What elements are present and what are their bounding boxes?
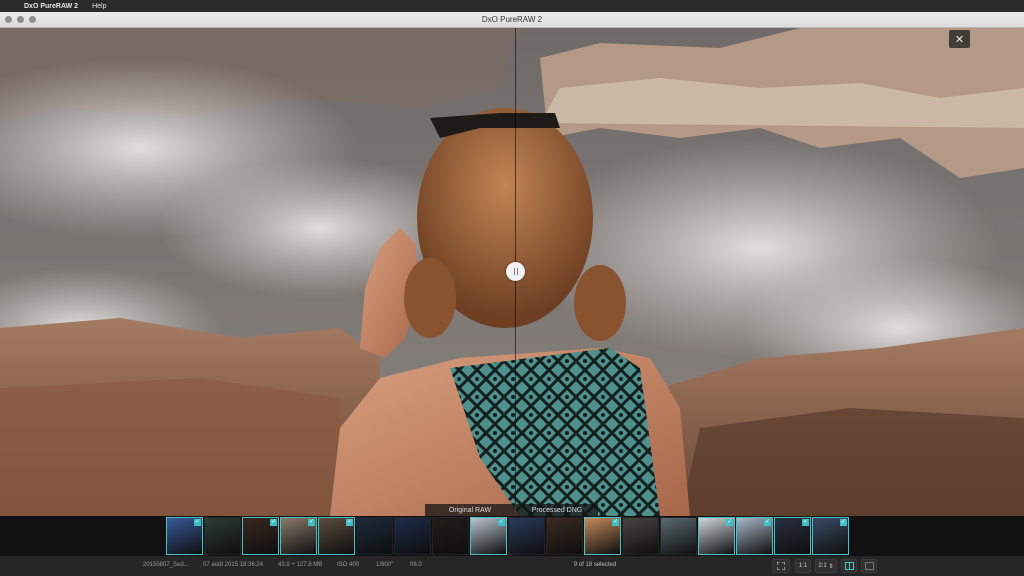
processed-dng-label: Processed DNG bbox=[516, 504, 598, 516]
fit-screen-icon bbox=[777, 562, 785, 570]
checkmark-icon[interactable]: ✓ bbox=[194, 519, 201, 526]
checkmark-icon[interactable]: ✓ bbox=[270, 519, 277, 526]
thumbnail[interactable]: ✓ bbox=[280, 517, 317, 555]
thumbnail[interactable]: ✓ bbox=[318, 517, 355, 555]
zoom-1-1-button[interactable]: 1:1 bbox=[795, 559, 811, 573]
zoom-select[interactable]: 2:1 ⇕ bbox=[815, 559, 837, 573]
thumbnail[interactable] bbox=[356, 517, 393, 555]
thumbnail[interactable]: ✓ bbox=[470, 517, 507, 555]
selection-count: 9 of 18 selected bbox=[573, 562, 617, 568]
checkmark-icon[interactable]: ✓ bbox=[498, 519, 505, 526]
thumbnail[interactable]: ✓ bbox=[166, 517, 203, 555]
checkmark-icon[interactable]: ✓ bbox=[840, 519, 847, 526]
thumbnail[interactable] bbox=[394, 517, 431, 555]
grip-icon bbox=[513, 268, 515, 275]
thumbnail[interactable]: ✓ bbox=[812, 517, 849, 555]
checkmark-icon[interactable]: ✓ bbox=[764, 519, 771, 526]
thumbnail[interactable] bbox=[432, 517, 469, 555]
image-viewer[interactable]: ✕ Original RAW Processed DNG bbox=[0, 28, 1024, 516]
file-size: 43.9 + 127.8 MB bbox=[278, 562, 323, 568]
thumbnail[interactable]: ✓ bbox=[242, 517, 279, 555]
capture-date: 07 août 2015 18:36:24 bbox=[203, 562, 264, 568]
single-view-button[interactable] bbox=[861, 559, 877, 573]
checkmark-icon[interactable]: ✓ bbox=[346, 519, 353, 526]
split-view-button[interactable] bbox=[841, 559, 857, 573]
grip-icon bbox=[516, 268, 518, 275]
split-view-icon bbox=[844, 562, 854, 570]
checkmark-icon[interactable]: ✓ bbox=[726, 519, 733, 526]
thumbnail-list: ✓ ✓ ✓ ✓ ✓ ✓ ✓ ✓ ✓ ✓ bbox=[166, 517, 849, 555]
thumbnail[interactable] bbox=[508, 517, 545, 555]
thumbnail[interactable]: ✓ bbox=[698, 517, 735, 555]
thumbnail[interactable] bbox=[622, 517, 659, 555]
thumbnail[interactable] bbox=[660, 517, 697, 555]
original-raw-label: Original RAW bbox=[425, 504, 515, 516]
window-title: DxO PureRAW 2 bbox=[481, 15, 543, 24]
checkmark-icon[interactable]: ✓ bbox=[308, 519, 315, 526]
window-title-bar: DxO PureRAW 2 bbox=[0, 12, 1024, 28]
thumbnail[interactable]: ✓ bbox=[774, 517, 811, 555]
menu-help[interactable]: Help bbox=[92, 3, 106, 10]
checkmark-icon[interactable]: ✓ bbox=[612, 519, 619, 526]
zoom-select-value: 2:1 bbox=[818, 563, 827, 569]
thumbnail[interactable]: ✓ bbox=[736, 517, 773, 555]
file-name: 20150807_Sed... bbox=[143, 562, 189, 568]
chevron-updown-icon: ⇕ bbox=[828, 563, 834, 570]
thumbnail[interactable] bbox=[204, 517, 241, 555]
thumbnail[interactable]: ✓ bbox=[584, 517, 621, 555]
menu-bar: DxO PureRAW 2 Help bbox=[0, 0, 1024, 12]
iso-value: ISO 400 bbox=[337, 562, 360, 568]
filmstrip: ✓ ✓ ✓ ✓ ✓ ✓ ✓ ✓ ✓ ✓ bbox=[0, 516, 1024, 556]
checkmark-icon[interactable]: ✓ bbox=[802, 519, 809, 526]
close-viewer-button[interactable]: ✕ bbox=[949, 30, 970, 48]
single-view-icon bbox=[864, 562, 874, 570]
thumbnail[interactable] bbox=[546, 517, 583, 555]
status-bar: 20150807_Sed... 07 août 2015 18:36:24 43… bbox=[0, 556, 1024, 576]
menu-app-name[interactable]: DxO PureRAW 2 bbox=[24, 3, 78, 10]
aperture-value: f/8.0 bbox=[410, 562, 422, 568]
fit-screen-button[interactable] bbox=[772, 559, 790, 573]
shutter-speed: 1/800" bbox=[376, 562, 394, 568]
split-divider-handle[interactable] bbox=[506, 262, 525, 281]
